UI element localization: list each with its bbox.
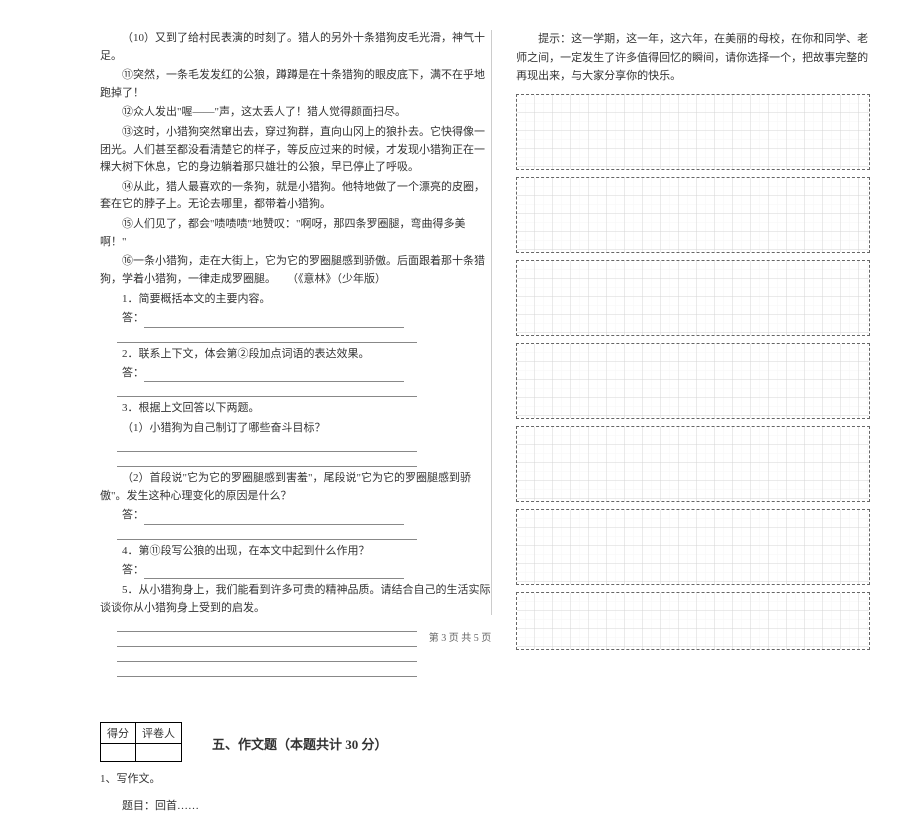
grid-block[interactable] [516, 177, 870, 253]
answer-2: 答： [100, 364, 491, 382]
para-13: ⑬这时，小猎狗突然窜出去，穿过狗群，直向山冈上的狼扑去。它快得像一团光。人们甚至… [100, 124, 491, 177]
page-footer: 第 3 页 共 5 页 [0, 629, 920, 644]
question-3-1: （1）小猎狗为自己制订了哪些奋斗目标？ [100, 419, 491, 437]
score-box: 得分 评卷人 五、作文题（本题共计 30 分） [100, 722, 491, 762]
grid-block[interactable] [516, 260, 870, 336]
para-10: （10）又到了给村民表演的时刻了。猎人的另外十条猎狗皮毛光滑，神气十足。 [100, 30, 491, 65]
answer-label: 答： [122, 564, 144, 576]
para-15: ⑮人们见了，都会"啧啧啧"地赞叹："啊呀，那四条罗圈腿，弯曲得多美啊！" [100, 216, 491, 251]
question-3-2: （2）首段说"它为它的罗圈腿感到害羞"，尾段说"它为它的罗圈腿感到骄傲"。发生这… [100, 469, 491, 505]
blank-line[interactable] [144, 513, 404, 525]
grid-block[interactable] [516, 426, 870, 502]
answer-4: 答： [100, 561, 491, 579]
score-cell[interactable] [101, 744, 136, 762]
grader-cell[interactable] [136, 744, 182, 762]
blank-line[interactable] [117, 650, 417, 662]
essay-number: 1、写作文。 [100, 770, 491, 789]
writing-grid[interactable] [516, 94, 870, 650]
blank-line[interactable] [117, 665, 417, 677]
blank-line[interactable] [117, 528, 417, 540]
grid-block[interactable] [516, 509, 870, 585]
answer-label: 答： [122, 509, 144, 521]
essay-prompt: 提示：这一学期，这一年，这六年，在美丽的母校，在你和同学、老师之间，一定发生了许… [516, 30, 870, 86]
blank-line[interactable] [144, 567, 404, 579]
question-5: 5．从小猎狗身上，我们能看到许多可贵的精神品质。请结合自己的生活实际谈谈你从小猎… [100, 581, 491, 617]
grid-block[interactable] [516, 343, 870, 419]
para-16: ⑯一条小猎狗，走在大街上，它为它的罗圈腿感到骄傲。后面跟着那十条猎狗，学着小猎狗… [100, 253, 491, 288]
grid-block[interactable] [516, 94, 870, 170]
essay-title: 题目：回首…… [100, 797, 491, 816]
blank-line[interactable] [117, 331, 417, 343]
left-column: （10）又到了给村民表演的时刻了。猎人的另外十条猎狗皮毛光滑，神气十足。 ⑪突然… [100, 30, 491, 600]
score-table: 得分 评卷人 [100, 722, 182, 762]
blank-line[interactable] [144, 370, 404, 382]
score-header-score: 得分 [101, 723, 136, 744]
column-divider [491, 30, 492, 615]
para-14: ⑭从此，猎人最喜欢的一条狗，就是小猎狗。他特地做了一个漂亮的皮圈，套在它的脖子上… [100, 179, 491, 214]
blank-line[interactable] [117, 440, 417, 452]
section-5-title: 五、作文题（本题共计 30 分） [212, 734, 388, 762]
right-column: 提示：这一学期，这一年，这六年，在美丽的母校，在你和同学、老师之间，一定发生了许… [516, 30, 870, 600]
question-1: 1．简要概括本文的主要内容。 [100, 290, 491, 308]
question-4: 4．第⑪段写公狼的出现，在本文中起到什么作用？ [100, 542, 491, 560]
answer-label: 答： [122, 367, 144, 379]
question-3: 3．根据上文回答以下两题。 [100, 399, 491, 417]
para-12: ⑫众人发出"喔——"声，这太丢人了！猎人觉得颜面扫尽。 [100, 104, 491, 122]
score-header-grader: 评卷人 [136, 723, 182, 744]
answer-3-2: 答： [100, 506, 491, 524]
blank-line[interactable] [117, 455, 417, 467]
answer-label: 答： [122, 312, 144, 324]
question-2: 2．联系上下文，体会第②段加点词语的表达效果。 [100, 345, 491, 363]
answer-1: 答： [100, 309, 491, 327]
para-11: ⑪突然，一条毛发发红的公狼，蹲蹲是在十条猎狗的眼皮底下，满不在乎地跑掉了！ [100, 67, 491, 102]
blank-line[interactable] [144, 316, 404, 328]
blank-line[interactable] [117, 385, 417, 397]
